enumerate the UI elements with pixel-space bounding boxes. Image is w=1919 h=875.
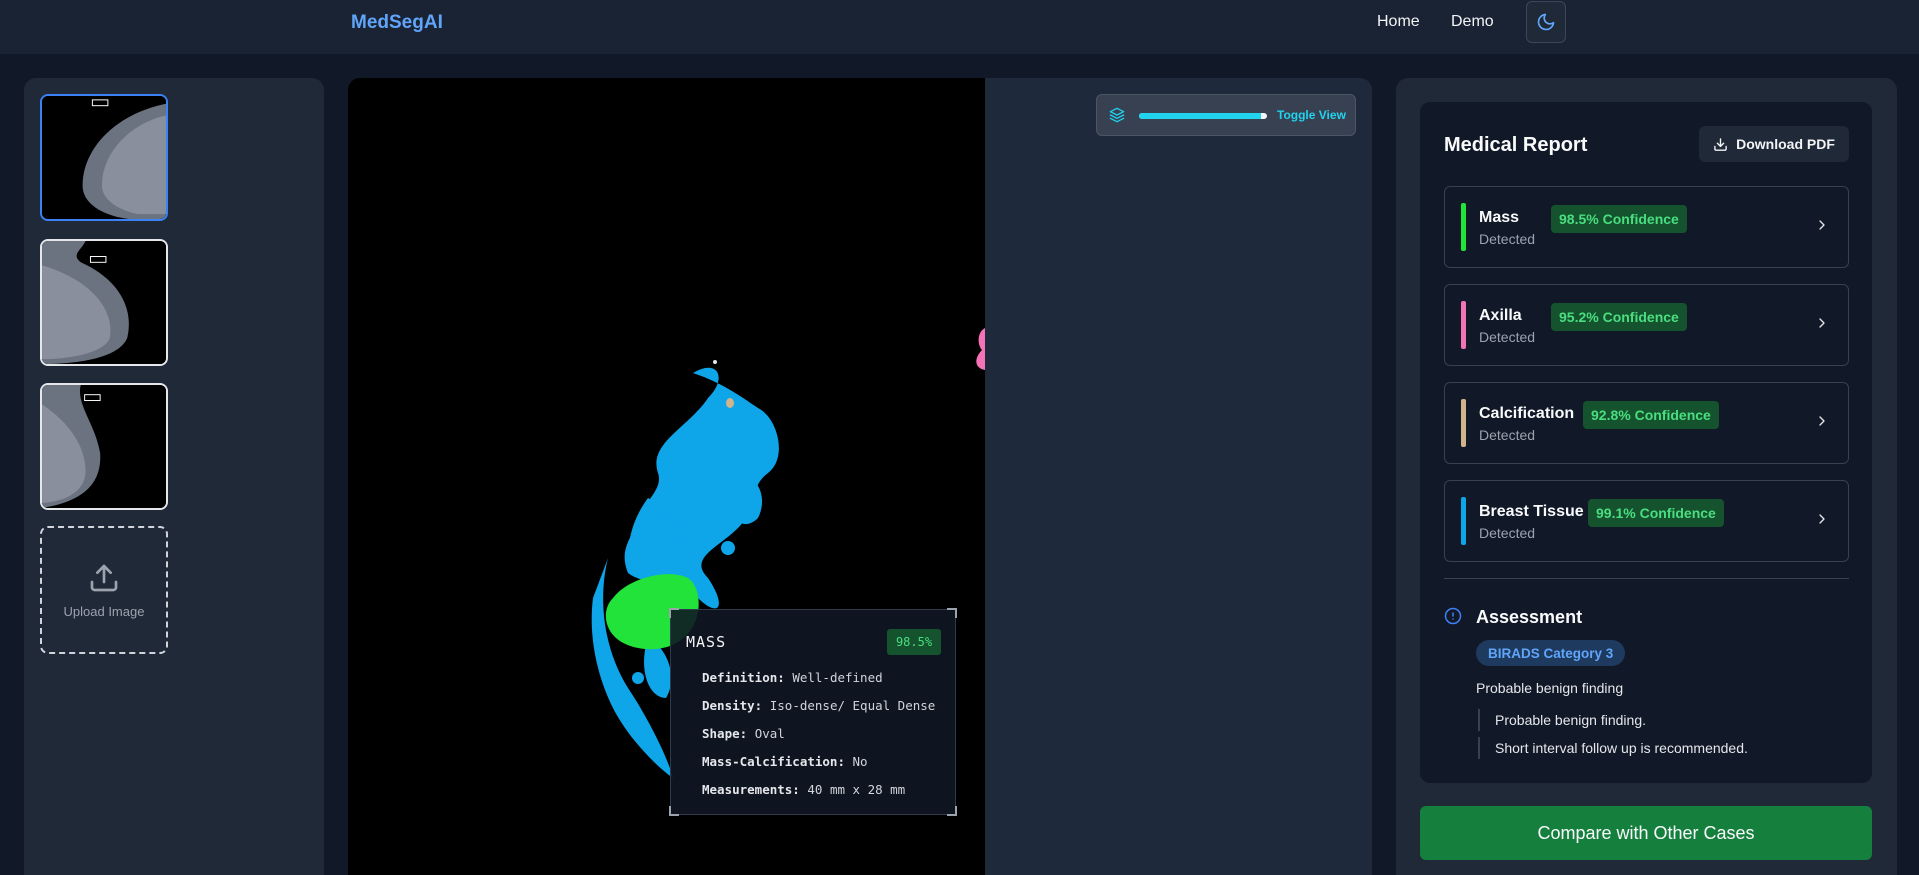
finding-status: Detected [1479, 329, 1536, 345]
download-icon [1714, 137, 1727, 151]
mammogram-thumbnail-image [42, 385, 166, 508]
assessment-title: Assessment [1476, 607, 1583, 627]
toggle-view-button[interactable]: Toggle View [1277, 108, 1346, 122]
report-divider [1444, 578, 1849, 579]
mammogram-thumbnail-image [42, 96, 166, 219]
assessment-note: Probable benign finding. [1478, 709, 1646, 731]
compare-cases-button[interactable]: Compare with Other Cases [1420, 806, 1872, 860]
info-icon [1444, 607, 1462, 625]
finding-color-bar [1461, 497, 1466, 545]
overlay-opacity-slider[interactable] [1139, 113, 1267, 119]
assessment-summary: Probable benign finding [1476, 680, 1624, 696]
chevron-right-icon [1819, 220, 1825, 230]
finding-confidence-badge: 92.8% Confidence [1583, 401, 1719, 429]
finding-color-bar [1461, 301, 1466, 349]
mass-details-card: MASS 98.5% Definition: Well-defined Dens… [669, 608, 957, 816]
download-pdf-button[interactable]: Download PDF [1699, 126, 1849, 162]
nav-link-home[interactable]: Home [1377, 13, 1420, 31]
chevron-right-icon [1819, 416, 1825, 426]
finding-confidence-badge: 98.5% Confidence [1551, 205, 1687, 233]
overlay-opacity-fill [1139, 113, 1261, 119]
birads-badge: BIRADS Category 3 [1476, 640, 1626, 666]
theme-toggle-button[interactable] [1526, 1, 1566, 43]
mass-row-definition: Definition: Well-defined [702, 670, 883, 685]
view-toggle-control: Toggle View [1096, 94, 1356, 136]
finding-confidence-badge: 95.2% Confidence [1551, 303, 1687, 331]
mass-row-measurements: Measurements: 40 mm x 28 mm [702, 782, 906, 797]
download-pdf-label: Download PDF [1736, 136, 1835, 152]
thumbnail-2[interactable] [40, 239, 168, 366]
chevron-right-icon [1819, 514, 1825, 524]
finding-color-bar [1461, 203, 1466, 251]
finding-axilla[interactable]: Axilla Detected 95.2% Confidence [1444, 284, 1849, 366]
finding-name: Axilla [1479, 307, 1522, 324]
finding-mass[interactable]: Mass Detected 98.5% Confidence [1444, 186, 1849, 268]
finding-name: Breast Tissue [1479, 503, 1584, 520]
medical-report-card: Medical Report Download PDF Mass Detecte… [1420, 102, 1872, 783]
thumbnail-3[interactable] [40, 383, 168, 510]
chevron-right-icon [1819, 318, 1825, 328]
assessment-note: Short interval follow up is recommended. [1478, 737, 1748, 759]
image-viewer-panel: MASS 98.5% Definition: Well-defined Dens… [348, 78, 1372, 875]
nav-link-demo[interactable]: Demo [1451, 13, 1494, 31]
finding-status: Detected [1479, 231, 1536, 247]
mass-card-title: MASS [686, 633, 727, 651]
layers-icon [1109, 107, 1125, 123]
report-panel: Medical Report Download PDF Mass Detecte… [1396, 78, 1897, 875]
segmentation-canvas[interactable]: MASS 98.5% Definition: Well-defined Dens… [348, 78, 985, 875]
upload-icon [90, 564, 118, 591]
mammogram-thumbnail-image [42, 241, 166, 364]
finding-name: Calcification [1479, 405, 1575, 422]
top-navbar: MedSegAI Home Demo [0, 0, 1919, 54]
thumbnail-1[interactable] [40, 94, 168, 221]
report-title: Medical Report [1444, 134, 1588, 156]
finding-breast-tissue[interactable]: Breast Tissue Detected 99.1% Confidence [1444, 480, 1849, 562]
upload-image-button[interactable]: Upload Image [40, 526, 168, 654]
finding-status: Detected [1479, 525, 1536, 541]
brand-logo[interactable]: MedSegAI [351, 12, 443, 34]
moon-icon [1537, 13, 1555, 31]
upload-label: Upload Image [63, 603, 145, 619]
finding-confidence-badge: 99.1% Confidence [1588, 499, 1724, 527]
finding-name: Mass [1479, 209, 1520, 226]
image-sidebar: Upload Image [24, 78, 324, 875]
finding-status: Detected [1479, 427, 1536, 443]
calcification-region [726, 398, 734, 408]
finding-color-bar [1461, 399, 1466, 447]
mass-row-density: Density: Iso-dense/ Equal Dense [702, 698, 936, 713]
mass-row-shape: Shape: Oval [702, 726, 785, 741]
mass-row-calcification: Mass-Calcification: No [702, 754, 868, 769]
finding-calcification[interactable]: Calcification Detected 92.8% Confidence [1444, 382, 1849, 464]
mass-confidence-badge: 98.5% [887, 629, 941, 655]
